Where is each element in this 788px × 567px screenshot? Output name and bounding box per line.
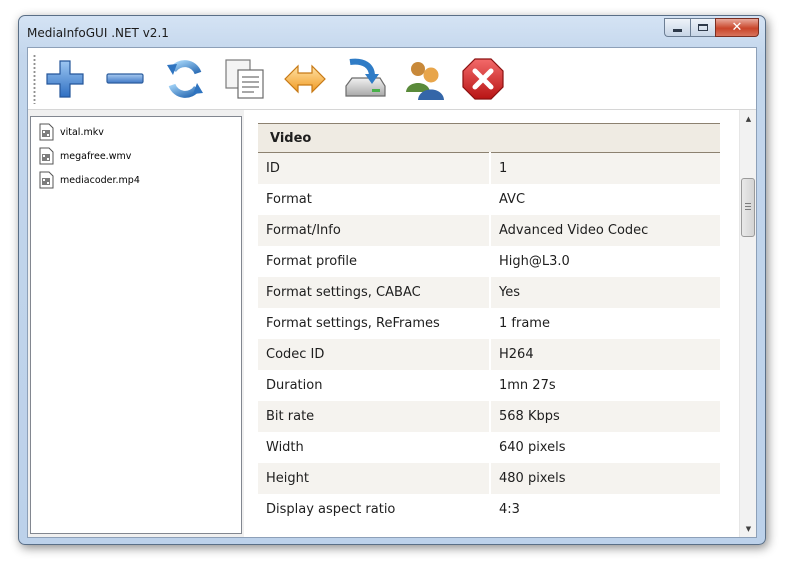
- property-value: AVC: [499, 191, 526, 207]
- list-item[interactable]: vital.mkv: [39, 121, 104, 143]
- close-window-button[interactable]: ✕: [715, 18, 759, 37]
- maximize-icon: [698, 24, 708, 31]
- compare-button[interactable]: [282, 56, 328, 102]
- exit-button[interactable]: [460, 56, 506, 102]
- copy-icon: [225, 59, 264, 99]
- video-file-icon: [39, 123, 54, 141]
- property-label: Format settings, ReFrames: [258, 307, 491, 339]
- vertical-scrollbar[interactable]: ▲ ▼: [739, 110, 756, 537]
- scroll-thumb[interactable]: [741, 178, 755, 237]
- table-row: Format/Info Advanced Video Codec: [258, 214, 720, 246]
- property-value: 1 frame: [499, 315, 550, 331]
- property-label: Bit rate: [258, 400, 491, 432]
- users-icon: [406, 62, 444, 100]
- property-value: 480 pixels: [490, 462, 720, 494]
- property-value: 640 pixels: [499, 439, 566, 455]
- property-label: ID: [258, 152, 491, 184]
- section-title: Video: [258, 123, 720, 153]
- thumb-grip-line: [745, 203, 751, 204]
- minimize-button[interactable]: [664, 18, 690, 37]
- file-list[interactable]: vital.mkv megafree.wmv mediacoder.mp4: [30, 116, 242, 534]
- list-item[interactable]: mediacoder.mp4: [39, 169, 140, 191]
- property-label: Height: [258, 462, 491, 494]
- close-icon: ✕: [731, 20, 743, 35]
- media-info-panel[interactable]: Video ID 1 Format AVC Format/Info Advanced …: [244, 110, 756, 537]
- minus-icon: [106, 73, 144, 84]
- property-value: 1: [490, 152, 720, 184]
- table-row: Codec ID H264: [258, 338, 720, 370]
- minimize-icon: [673, 29, 682, 32]
- table-row: Display aspect ratio 4:3: [258, 493, 720, 525]
- client-area: vital.mkv megafree.wmv mediacoder.mp4 Vi…: [27, 47, 757, 538]
- refresh-button[interactable]: [162, 56, 208, 102]
- property-value: Advanced Video Codec: [490, 214, 720, 246]
- property-label: Format settings, CABAC: [258, 276, 491, 308]
- file-name: megafree.wmv: [60, 150, 132, 162]
- remove-button[interactable]: [102, 56, 148, 102]
- close-stop-icon: [462, 58, 504, 100]
- property-value: Yes: [490, 276, 720, 308]
- property-label: Display aspect ratio: [258, 493, 491, 525]
- property-label: Width: [258, 431, 491, 463]
- media-info-table: Video ID 1 Format AVC Format/Info Advanced …: [258, 123, 720, 525]
- scroll-down-button[interactable]: ▼: [740, 520, 756, 537]
- scroll-up-button[interactable]: ▲: [740, 110, 756, 127]
- property-value: 4:3: [499, 501, 520, 517]
- arrow-down-icon: ▼: [745, 524, 752, 533]
- property-label: Duration: [258, 369, 491, 401]
- toolbar-grip[interactable]: [33, 54, 36, 104]
- thumb-grip-line: [745, 206, 751, 207]
- property-value: 1mn 27s: [499, 377, 556, 393]
- property-value: 568 Kbps: [490, 400, 720, 432]
- arrow-up-icon: ▲: [745, 114, 752, 123]
- video-file-icon: [39, 171, 54, 189]
- property-label: Format profile: [258, 245, 491, 277]
- video-file-icon: [39, 147, 54, 165]
- maximize-button[interactable]: [690, 18, 715, 37]
- property-label: Format: [258, 183, 491, 215]
- table-row: Format profile High@L3.0: [258, 245, 720, 277]
- table-row: Width 640 pixels: [258, 431, 720, 463]
- export-button[interactable]: [342, 56, 388, 102]
- window-title: MediaInfoGUI .NET v2.1: [27, 26, 169, 40]
- caption-buttons: ✕: [664, 18, 759, 38]
- refresh-icon: [167, 60, 203, 98]
- table-row: Height 480 pixels: [258, 462, 720, 494]
- save-drive-icon: [345, 58, 386, 97]
- property-value: H264: [490, 338, 720, 370]
- table-row: ID 1: [258, 152, 720, 184]
- thumb-grip-line: [745, 209, 751, 210]
- file-name: mediacoder.mp4: [60, 174, 140, 186]
- property-label: Codec ID: [258, 338, 491, 370]
- table-row: Format settings, CABAC Yes: [258, 276, 720, 308]
- file-name: vital.mkv: [60, 126, 104, 138]
- double-arrow-icon: [284, 64, 326, 94]
- list-item[interactable]: megafree.wmv: [39, 145, 131, 167]
- section-header-row: Video: [258, 123, 720, 153]
- application-window: MediaInfoGUI .NET v2.1 ✕ vital.mkv megaf…: [18, 15, 766, 545]
- table-row: Duration 1mn 27s: [258, 369, 720, 401]
- copy-button[interactable]: [222, 56, 268, 102]
- property-label: Format/Info: [258, 214, 491, 246]
- table-row: Format settings, ReFrames 1 frame: [258, 307, 720, 339]
- table-row: Format AVC: [258, 183, 720, 215]
- plus-icon: [46, 60, 84, 98]
- about-button[interactable]: [402, 56, 448, 102]
- toolbar: [28, 48, 756, 110]
- add-button[interactable]: [42, 56, 88, 102]
- property-value: High@L3.0: [499, 253, 570, 269]
- table-row: Bit rate 568 Kbps: [258, 400, 720, 432]
- title-bar[interactable]: MediaInfoGUI .NET v2.1 ✕: [19, 16, 765, 48]
